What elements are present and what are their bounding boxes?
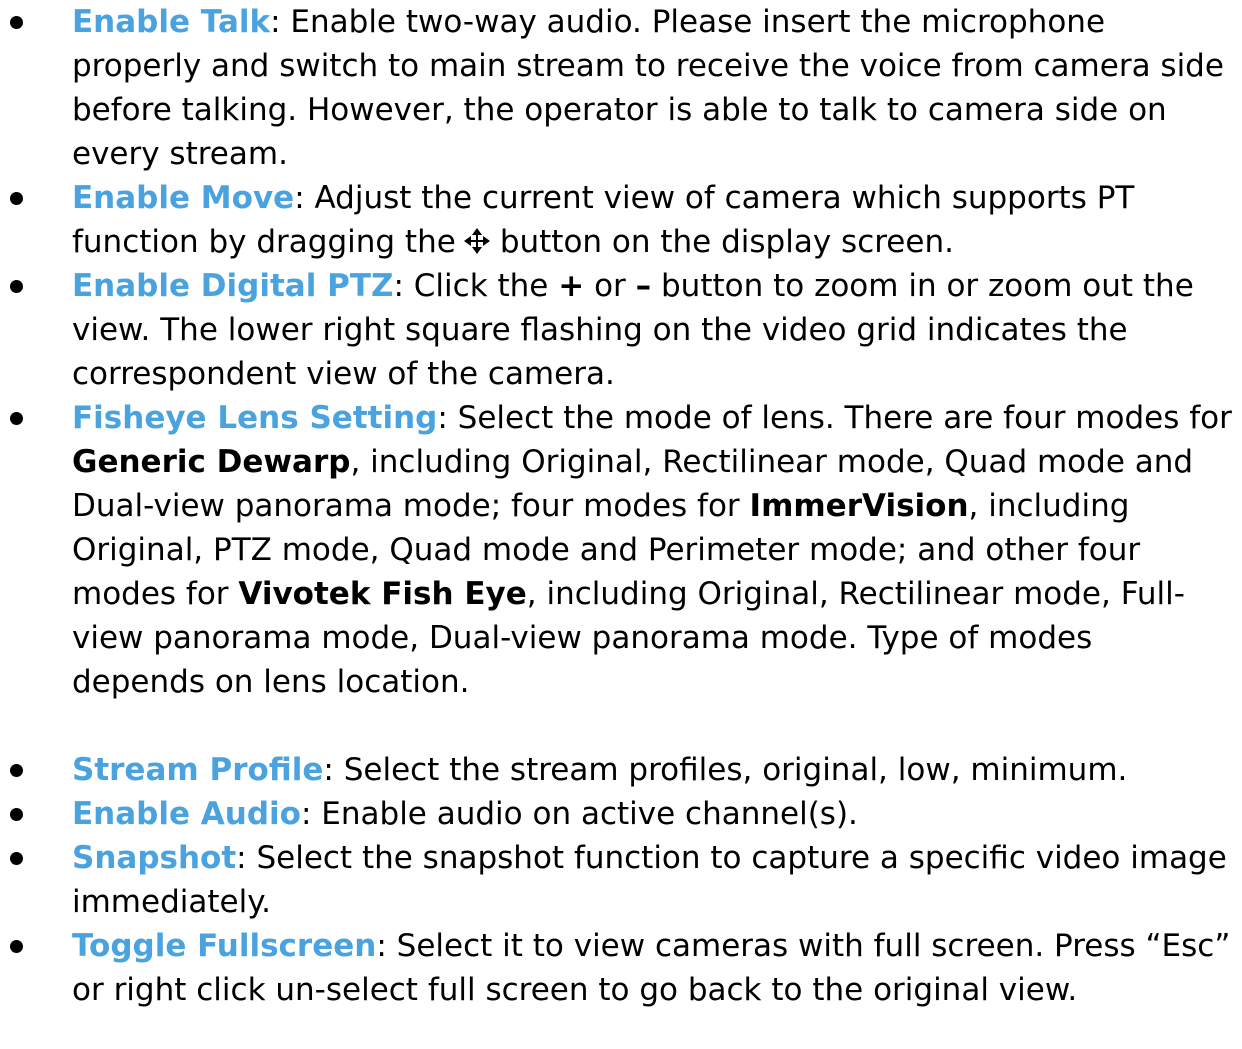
term-fisheye-lens-setting: Fisheye Lens Setting: [72, 400, 438, 436]
description-snapshot: : Select the snapshot function to captur…: [72, 840, 1227, 920]
bullet-icon: [10, 940, 23, 953]
list-item-enable-move: Enable Move: Adjust the current view of …: [0, 176, 1242, 266]
list-item-toggle-fullscreen: Toggle Fullscreen: Select it to view cam…: [0, 924, 1242, 1012]
term-enable-talk: Enable Talk: [72, 4, 271, 40]
bullet-icon: [10, 192, 23, 205]
bullet-icon: [10, 852, 23, 865]
description-enable-move-part2: button on the display screen.: [499, 224, 954, 260]
term-toggle-fullscreen: Toggle Fullscreen: [72, 928, 377, 964]
description-ptz-b: or: [584, 268, 636, 304]
plus-symbol: +: [558, 268, 585, 304]
description-fisheye-a: : Select the mode of lens. There are fou…: [437, 400, 1232, 436]
list-item-enable-talk: Enable Talk: Enable two-way audio. Pleas…: [0, 0, 1242, 176]
vivotek-fish-eye-label: Vivotek Fish Eye: [238, 576, 527, 612]
immervision-label: ImmerVision: [749, 488, 969, 524]
bullet-icon: [10, 16, 23, 29]
bullet-icon: [10, 280, 23, 293]
description-enable-audio: : Enable audio on active channel(s).: [300, 796, 858, 832]
bullet-icon: [10, 412, 23, 425]
description-ptz-a: : Click the: [393, 268, 559, 304]
list-item-enable-audio: Enable Audio: Enable audio on active cha…: [0, 792, 1242, 836]
generic-dewarp-label: Generic Dewarp: [72, 444, 351, 480]
move-arrows-icon: [463, 222, 490, 266]
term-snapshot: Snapshot: [72, 840, 237, 876]
minus-symbol: –: [635, 268, 652, 304]
bullet-icon: [10, 808, 23, 821]
list-item-fisheye-lens-setting: Fisheye Lens Setting: Select the mode of…: [0, 396, 1242, 704]
list-item-stream-profile: Stream Profile: Select the stream profil…: [0, 748, 1242, 792]
term-enable-audio: Enable Audio: [72, 796, 301, 832]
term-enable-move: Enable Move: [72, 180, 295, 216]
description-stream-profile: : Select the stream profiles, original, …: [323, 752, 1128, 788]
list-item-enable-digital-ptz: Enable Digital PTZ: Click the + or – but…: [0, 264, 1242, 396]
term-stream-profile: Stream Profile: [72, 752, 324, 788]
bullet-icon: [10, 764, 23, 777]
term-enable-digital-ptz: Enable Digital PTZ: [72, 268, 394, 304]
list-item-snapshot: Snapshot: Select the snapshot function t…: [0, 836, 1242, 924]
